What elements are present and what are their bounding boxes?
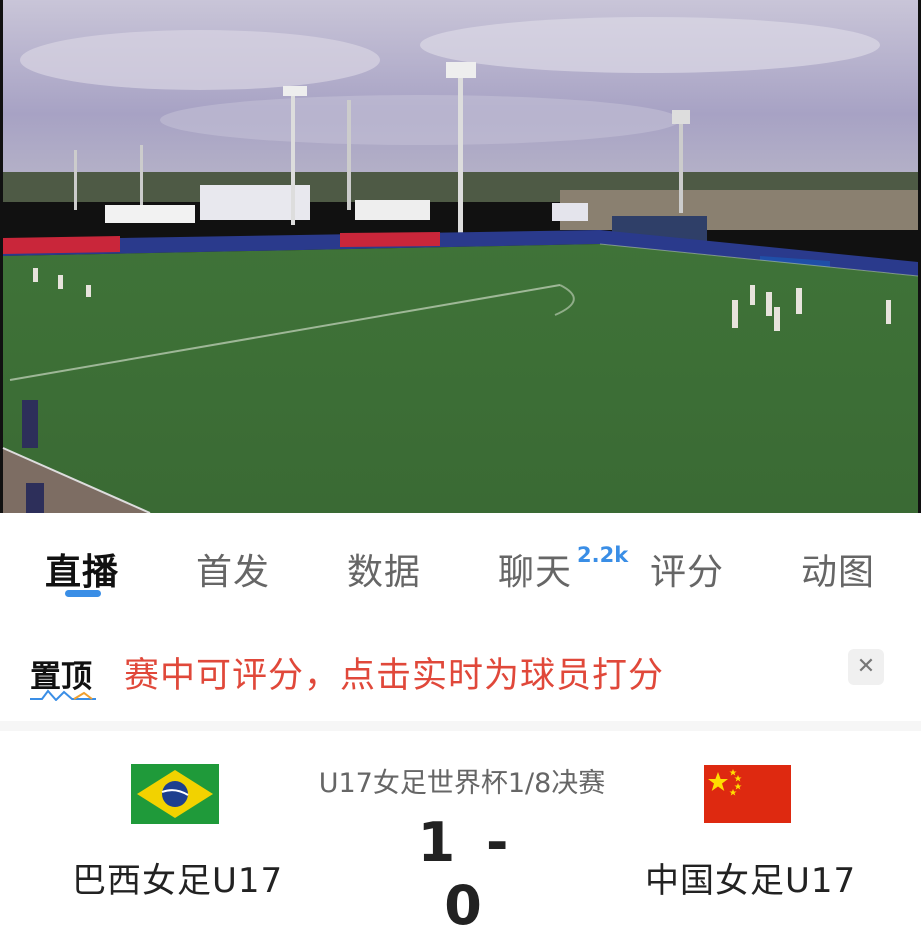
tab-bar: 直播 首发 数据 聊天 2.2k 评分 动图 bbox=[0, 513, 921, 616]
tab-stats[interactable]: 数据 bbox=[347, 543, 421, 595]
match-score: 1 - 0 bbox=[417, 811, 515, 937]
close-icon[interactable]: ✕ bbox=[848, 649, 884, 685]
pinned-message: 赛中可评分，点击实时为球员打分 bbox=[124, 656, 665, 696]
tab-lineup[interactable]: 首发 bbox=[196, 543, 270, 595]
tab-live[interactable]: 直播 bbox=[45, 543, 119, 595]
match-scoreboard[interactable]: 巴西女足U17 U17女足世界杯1/8决赛 1 - 0 中国女足U17 bbox=[0, 731, 921, 937]
tab-ratings[interactable]: 评分 bbox=[650, 543, 724, 595]
tab-gifs[interactable]: 动图 bbox=[801, 543, 875, 595]
pinned-notice[interactable]: 置顶 赛中可评分，点击实时为球员打分 ✕ bbox=[0, 615, 921, 721]
match-stage-title: U17女足世界杯1/8决赛 bbox=[318, 768, 606, 799]
home-team-name: 巴西女足U17 bbox=[72, 861, 284, 901]
match-video-frame bbox=[0, 0, 921, 513]
chat-count-badge: 2.2k bbox=[577, 543, 629, 567]
brazil-flag-icon bbox=[131, 764, 219, 824]
tab-chat[interactable]: 聊天 bbox=[498, 543, 572, 595]
section-divider bbox=[0, 721, 921, 731]
china-flag-icon bbox=[704, 765, 791, 823]
pinned-wave-icon bbox=[30, 689, 96, 701]
away-team-name: 中国女足U17 bbox=[645, 861, 857, 901]
video-player[interactable] bbox=[0, 0, 921, 513]
active-tab-indicator bbox=[65, 590, 101, 597]
